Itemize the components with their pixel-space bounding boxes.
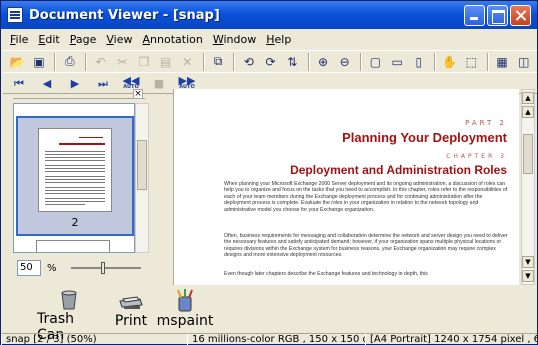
- menu-file-rest: ile: [15, 32, 29, 46]
- print-icon[interactable]: ⎙: [61, 53, 78, 71]
- thumbnail-zoom-unit: %: [47, 262, 57, 274]
- select-tool-icon[interactable]: ⬚: [463, 53, 480, 71]
- thumbnail-pane-header: ×: [13, 89, 145, 99]
- scroll-down-button[interactable]: ▼: [522, 256, 534, 268]
- scroll-up-button[interactable]: ▲: [522, 106, 534, 118]
- document-view[interactable]: PART 2 Planning Your Deployment CHAPTER …: [173, 89, 519, 285]
- rotate-left-icon[interactable]: ⟲: [240, 53, 257, 71]
- fit-height-icon[interactable]: ▯: [411, 53, 428, 71]
- toolbar-separator: [54, 52, 57, 71]
- part-label: PART 2: [465, 119, 507, 127]
- thumbnail-list[interactable]: 2: [13, 103, 135, 253]
- chapter-label: CHAPTER 3: [446, 153, 507, 160]
- toolbar-separator: [202, 52, 205, 71]
- copy-page-icon[interactable]: ⧉: [210, 53, 227, 71]
- menu-help[interactable]: Help: [261, 33, 296, 46]
- save-icon[interactable]: ▣: [31, 53, 48, 71]
- menu-window-rest: indow: [223, 32, 257, 46]
- thumbnail-scrollbar[interactable]: [135, 103, 149, 253]
- chapter-title: Deployment and Administration Roles: [290, 163, 507, 177]
- rotate-right-icon[interactable]: ⟳: [262, 53, 279, 71]
- scroll-page-up-button[interactable]: ▲: [522, 92, 534, 104]
- toolbar-separator: [360, 52, 363, 71]
- hand-tool-icon[interactable]: ✋: [441, 53, 458, 71]
- menu-page[interactable]: Page: [65, 33, 102, 46]
- status-bar: snap [2 / 3] (50%) 16 millions-color RGB…: [1, 333, 537, 345]
- thumbnail-zoom-slider[interactable]: [70, 262, 141, 274]
- toolbar-separator: [486, 52, 489, 71]
- split-view-icon[interactable]: ◫: [515, 53, 532, 71]
- scroll-page-down-button[interactable]: ▼: [522, 270, 534, 282]
- menu-help-rest: elp: [274, 32, 292, 46]
- shortcut-trash-can[interactable]: Trash Can: [37, 289, 101, 343]
- thumbnail-next-page[interactable]: [36, 240, 110, 252]
- thumbnail-zoom-row: 50 %: [17, 259, 147, 277]
- status-color-info: 16 millions-color RGB , 150 x 150 dpi: [187, 333, 365, 345]
- menu-page-rest: age: [75, 32, 97, 46]
- window-title: Document Viewer - [snap]: [29, 7, 220, 23]
- undo-icon[interactable]: ↶: [92, 53, 109, 71]
- menu-file[interactable]: File: [5, 33, 33, 46]
- thumbnail-view-icon[interactable]: ▦: [494, 53, 511, 71]
- open-folder-icon[interactable]: 📂: [9, 53, 26, 71]
- shortcut-bar: Trash Can Print mspaint: [3, 289, 537, 343]
- fit-width-icon[interactable]: ▭: [389, 53, 406, 71]
- toolbar-separator: [233, 52, 236, 71]
- menu-annotation-rest: nnotation: [150, 32, 203, 46]
- toolbar-separator: [307, 52, 310, 71]
- paragraph-2: Often, business requirements for messagi…: [224, 233, 508, 259]
- copy-icon[interactable]: ❐: [136, 53, 153, 71]
- toolbar-separator: [85, 52, 88, 71]
- zoom-in-icon[interactable]: ⊕: [315, 53, 332, 71]
- menu-view[interactable]: View: [101, 33, 137, 46]
- close-button[interactable]: [510, 5, 531, 26]
- paragraph-1: When planning your Microsoft Exchange 20…: [224, 181, 508, 213]
- thumbnail-pane: × 2 50 %: [13, 89, 149, 285]
- cut-icon[interactable]: ✂: [114, 53, 131, 71]
- main-toolbar: 📂 ▣ ⎙ ↶ ✂ ❐ ▤ ✕ ⧉ ⟲ ⟳ ⇅ ⊕ ⊖ ▢ ▭ ▯ ✋ ⬚ ▦ ◫: [3, 50, 537, 72]
- shortcut-mspaint[interactable]: mspaint: [153, 289, 217, 333]
- printer-icon: [118, 289, 144, 313]
- document-scrollbar-thumb[interactable]: [523, 134, 533, 174]
- paragraph-3: Even though later chapters describe the …: [224, 271, 428, 277]
- maximize-button[interactable]: [487, 5, 508, 26]
- shortcut-mspaint-label: mspaint: [156, 313, 214, 329]
- thumbnail-page-image: [38, 128, 112, 212]
- shortcut-print-label: Print: [114, 313, 148, 329]
- document-scrollbar[interactable]: ▲ ▲ ▼ ▼: [521, 89, 535, 285]
- zoom-out-icon[interactable]: ⊖: [336, 53, 353, 71]
- auto-stop-icon[interactable]: ■: [149, 74, 169, 92]
- toolbar-separator: [434, 52, 437, 71]
- menu-window[interactable]: Window: [208, 33, 261, 46]
- menu-annotation[interactable]: Annotation: [138, 33, 208, 46]
- delete-icon[interactable]: ✕: [179, 53, 196, 71]
- trash-can-icon: [56, 289, 82, 311]
- thumbnail-zoom-input[interactable]: 50: [17, 260, 41, 276]
- thumbnail-scrollbar-thumb[interactable]: [137, 140, 147, 190]
- thumbnail-pane-close-button[interactable]: ×: [133, 89, 143, 99]
- menu-bar: File Edit Page View Annotation Window He…: [1, 30, 537, 48]
- document-viewer-window: Document Viewer - [snap] File Edit Page …: [0, 0, 538, 345]
- menu-edit[interactable]: Edit: [33, 33, 64, 46]
- status-page-info: snap [2 / 3] (50%): [1, 333, 187, 345]
- flip-icon[interactable]: ⇅: [284, 53, 301, 71]
- paste-icon[interactable]: ▤: [157, 53, 174, 71]
- minimize-button[interactable]: [464, 5, 485, 26]
- app-icon[interactable]: [7, 7, 23, 23]
- thumbnail-zoom-slider-knob[interactable]: [100, 262, 105, 274]
- status-size-info: [A4 Portrait] 1240 x 1754 pixel , 6.: [365, 333, 537, 345]
- thumbnail-page-number: 2: [71, 216, 79, 229]
- part-title: Planning Your Deployment: [342, 130, 507, 145]
- title-bar[interactable]: Document Viewer - [snap]: [1, 1, 537, 29]
- paint-brushes-icon: [172, 289, 198, 313]
- menu-edit-rest: dit: [45, 32, 60, 46]
- thumbnail-selected[interactable]: 2: [16, 116, 134, 236]
- fit-page-icon[interactable]: ▢: [367, 53, 384, 71]
- menu-view-rest: iew: [113, 32, 133, 46]
